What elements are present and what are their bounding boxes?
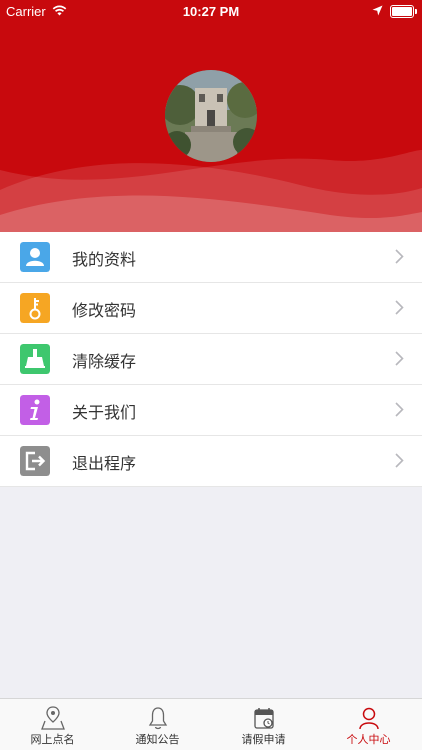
chevron-right-icon xyxy=(395,300,404,315)
menu-item-clear-cache[interactable]: 清除缓存 xyxy=(0,334,422,385)
menu-item-label: 关于我们 xyxy=(72,403,137,422)
map-pin-icon xyxy=(41,706,65,730)
chevron-right-icon xyxy=(395,249,404,264)
menu-item-label: 我的资料 xyxy=(72,250,137,269)
menu-item-label: 退出程序 xyxy=(72,454,137,473)
menu-item-change-password[interactable]: 修改密码 xyxy=(0,283,422,334)
calendar-icon xyxy=(254,708,274,729)
avatar-image xyxy=(165,70,257,162)
tab-bar: 网上点名 通知公告 请假申请 个人中心 xyxy=(0,698,422,750)
profile-header: Carrier 10:27 PM xyxy=(0,0,422,232)
battery-icon xyxy=(390,5,417,18)
location-arrow-icon xyxy=(372,5,383,16)
bell-icon xyxy=(148,707,168,730)
menu-item-profile[interactable]: 我的资料 xyxy=(0,232,422,283)
user-card-icon xyxy=(20,242,50,272)
tab-label: 请假申请 xyxy=(241,733,286,746)
broom-icon xyxy=(20,344,50,374)
menu-item-label: 清除缓存 xyxy=(72,352,137,371)
tab-personal-center[interactable]: 个人中心 xyxy=(316,699,421,750)
logout-icon xyxy=(20,446,50,476)
key-icon xyxy=(20,293,50,323)
menu-item-logout[interactable]: 退出程序 xyxy=(0,436,422,487)
tab-label: 网上点名 xyxy=(30,733,75,746)
avatar[interactable] xyxy=(165,70,257,162)
tab-online-roll-call[interactable]: 网上点名 xyxy=(0,699,105,750)
tab-label: 个人中心 xyxy=(346,733,391,746)
info-icon xyxy=(20,395,50,425)
status-bar: Carrier 10:27 PM xyxy=(0,0,422,24)
tab-label: 通知公告 xyxy=(135,733,180,746)
person-icon xyxy=(359,707,379,730)
menu-item-about[interactable]: 关于我们 xyxy=(0,385,422,436)
settings-menu: 我的资料 修改密码 清除缓存 关于我们 退出程序 xyxy=(0,232,422,487)
chevron-right-icon xyxy=(395,402,404,417)
tab-notices[interactable]: 通知公告 xyxy=(105,699,210,750)
tab-leave-request[interactable]: 请假申请 xyxy=(211,699,316,750)
status-time: 10:27 PM xyxy=(182,4,240,19)
menu-item-label: 修改密码 xyxy=(72,301,137,320)
chevron-right-icon xyxy=(395,453,404,468)
chevron-right-icon xyxy=(395,351,404,366)
